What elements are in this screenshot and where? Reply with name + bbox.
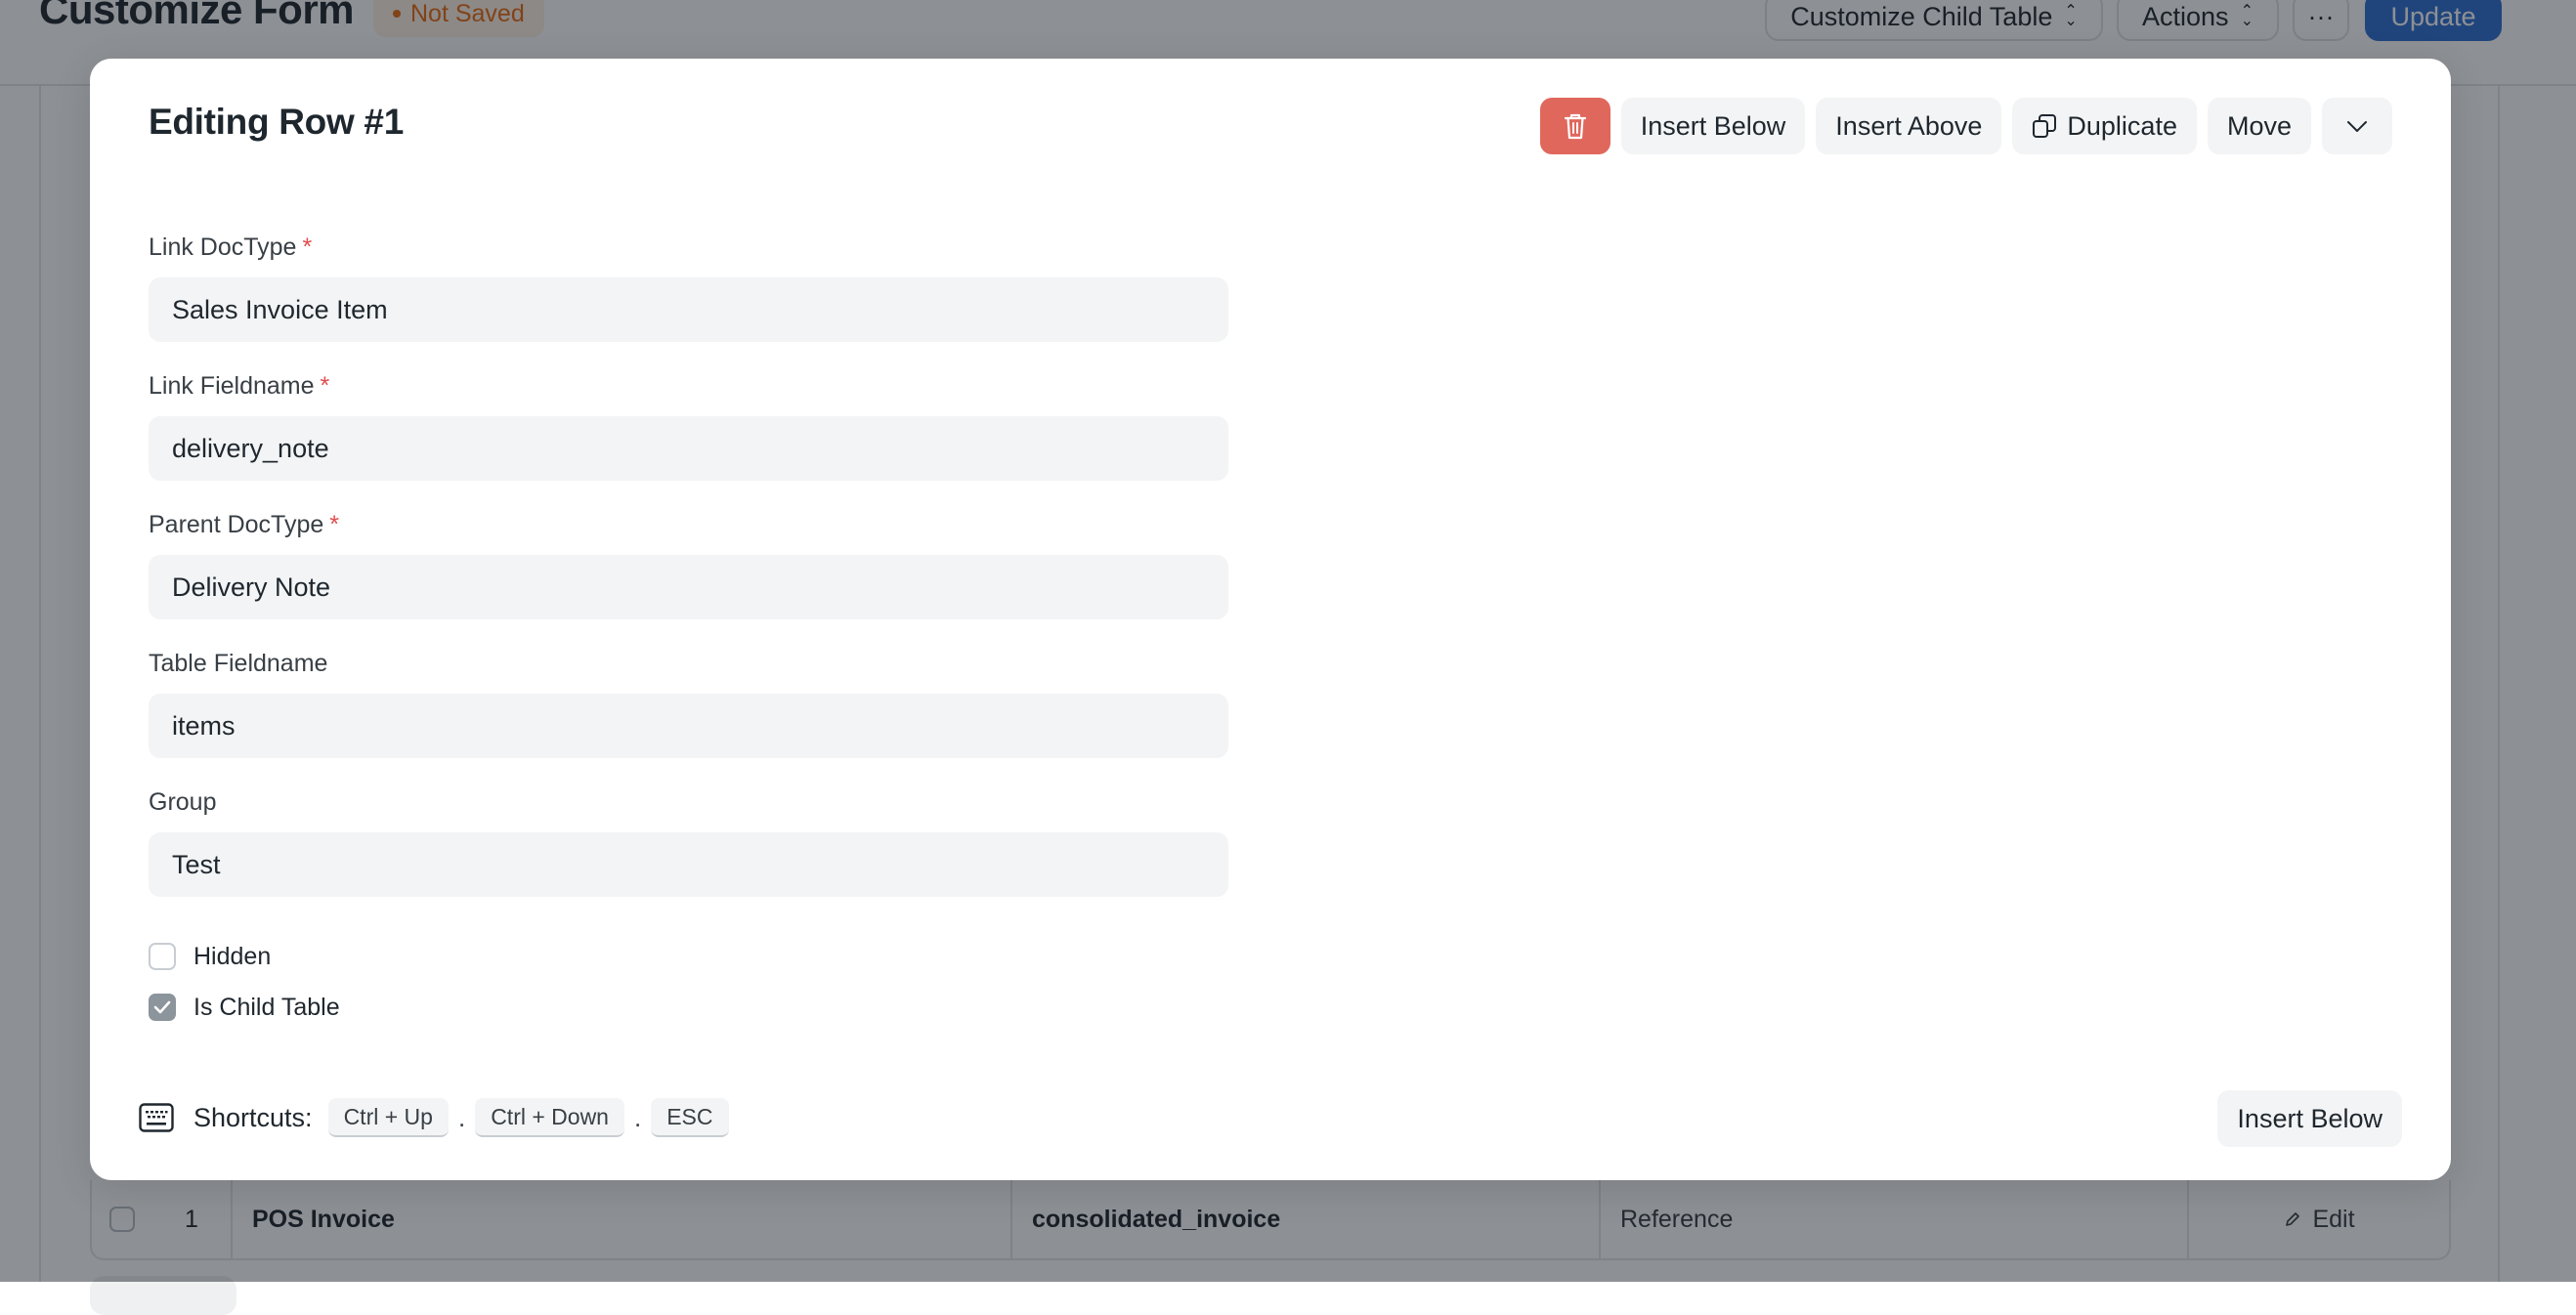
field-table-fieldname: Table Fieldname items bbox=[149, 649, 1228, 758]
parent-doctype-input[interactable]: Delivery Note bbox=[149, 555, 1228, 619]
chevron-down-icon bbox=[2345, 118, 2369, 134]
field-label: Link DocType* bbox=[149, 233, 1228, 262]
collapse-modal-button[interactable] bbox=[2322, 98, 2392, 154]
field-link-doctype: Link DocType* Sales Invoice Item bbox=[149, 233, 1228, 342]
hidden-checkbox[interactable] bbox=[149, 943, 176, 970]
shortcuts-label: Shortcuts: bbox=[193, 1103, 313, 1133]
field-label: Parent DocType* bbox=[149, 510, 1228, 539]
hidden-checkbox-row[interactable]: Hidden bbox=[149, 942, 340, 971]
move-button[interactable]: Move bbox=[2208, 98, 2311, 154]
modal-title: Editing Row #1 bbox=[149, 102, 404, 143]
shortcut-separator: . bbox=[458, 1103, 465, 1133]
field-label: Table Fieldname bbox=[149, 649, 1228, 678]
is-child-table-checkbox[interactable] bbox=[149, 994, 176, 1021]
hidden-label: Hidden bbox=[193, 943, 271, 971]
link-doctype-input[interactable]: Sales Invoice Item bbox=[149, 277, 1228, 342]
checkbox-group: Hidden Is Child Table bbox=[149, 942, 340, 1043]
field-label-text: Link DocType bbox=[149, 233, 296, 261]
field-link-fieldname: Link Fieldname* delivery_note bbox=[149, 371, 1228, 481]
is-child-table-label: Is Child Table bbox=[193, 994, 340, 1022]
shortcuts-footer: Shortcuts: Ctrl + Up . Ctrl + Down . ESC bbox=[139, 1098, 729, 1137]
row-toolbar: Insert Below Insert Above Duplicate Move bbox=[1540, 98, 2392, 154]
field-label-text: Link Fieldname bbox=[149, 372, 315, 400]
field-label-text: Table Fieldname bbox=[149, 650, 327, 677]
keyboard-icon bbox=[139, 1103, 174, 1132]
shortcut-separator: . bbox=[634, 1103, 641, 1133]
field-group: Group Test bbox=[149, 787, 1228, 897]
add-row-button[interactable] bbox=[90, 1276, 236, 1315]
group-input[interactable]: Test bbox=[149, 832, 1228, 897]
field-label-text: Group bbox=[149, 788, 216, 816]
field-parent-doctype: Parent DocType* Delivery Note bbox=[149, 510, 1228, 619]
required-indicator: * bbox=[321, 372, 330, 400]
delete-row-button[interactable] bbox=[1540, 98, 1610, 154]
field-label: Group bbox=[149, 787, 1228, 817]
field-label-text: Parent DocType bbox=[149, 511, 323, 538]
duplicate-button[interactable]: Duplicate bbox=[2012, 98, 2197, 154]
duplicate-icon bbox=[2032, 113, 2057, 139]
required-indicator: * bbox=[302, 233, 312, 261]
table-fieldname-input[interactable]: items bbox=[149, 694, 1228, 758]
trash-icon bbox=[1563, 111, 1588, 141]
row-form: Link DocType* Sales Invoice Item Link Fi… bbox=[149, 233, 1228, 926]
field-label: Link Fieldname* bbox=[149, 371, 1228, 401]
editing-row-modal: Editing Row #1 Insert Below Insert Above… bbox=[90, 59, 2451, 1180]
footer-insert-below-button[interactable]: Insert Below bbox=[2217, 1090, 2402, 1147]
is-child-table-checkbox-row[interactable]: Is Child Table bbox=[149, 993, 340, 1022]
shortcut-key: Ctrl + Up bbox=[328, 1098, 449, 1137]
required-indicator: * bbox=[329, 511, 339, 538]
link-fieldname-input[interactable]: delivery_note bbox=[149, 416, 1228, 481]
insert-above-button[interactable]: Insert Above bbox=[1816, 98, 2001, 154]
checkmark-icon bbox=[153, 1000, 171, 1014]
shortcut-key: ESC bbox=[651, 1098, 728, 1137]
shortcut-key: Ctrl + Down bbox=[475, 1098, 624, 1137]
insert-below-button[interactable]: Insert Below bbox=[1621, 98, 1806, 154]
duplicate-label: Duplicate bbox=[2067, 111, 2177, 142]
